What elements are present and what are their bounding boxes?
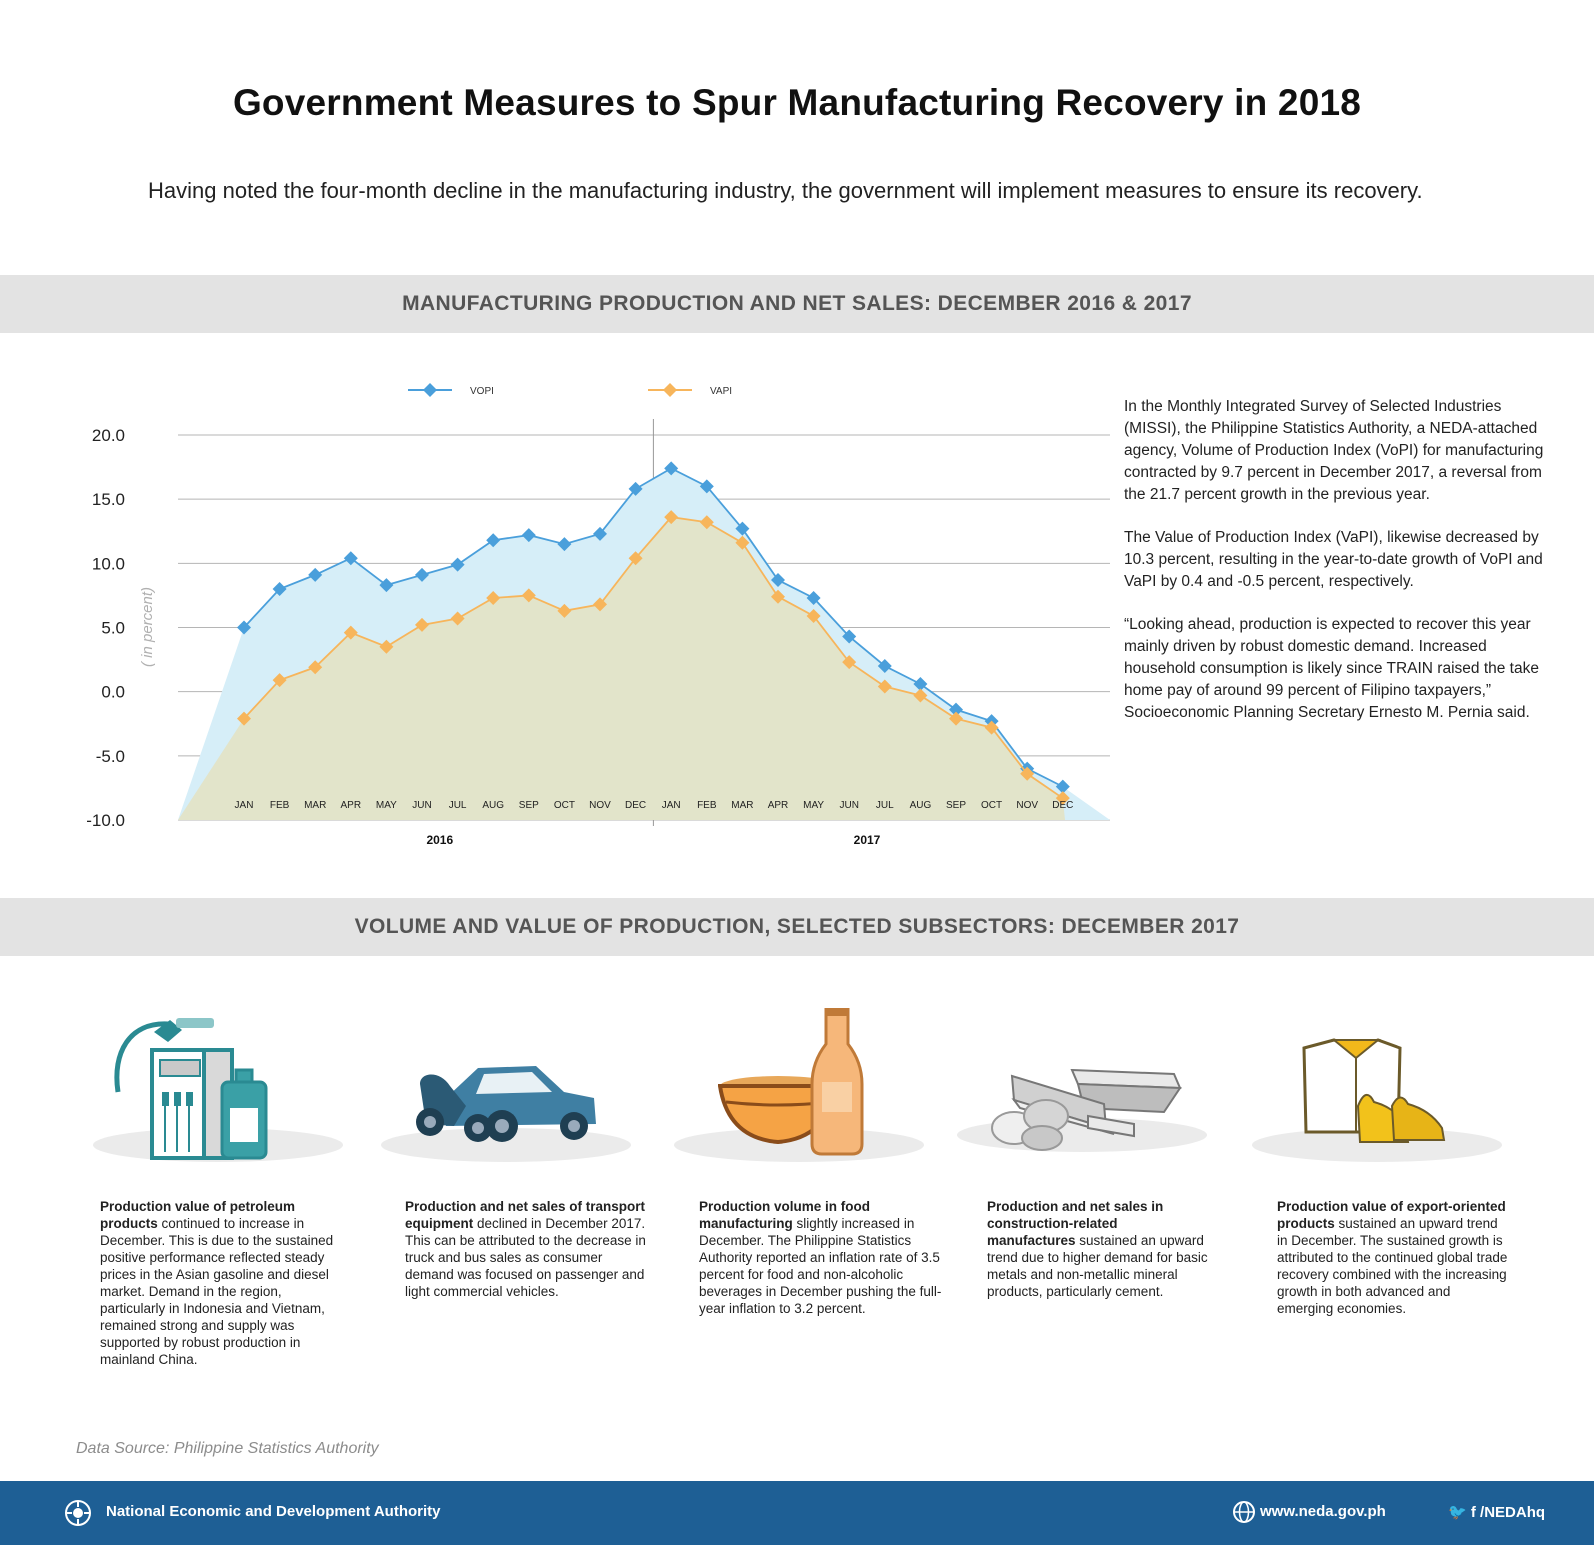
x-tick-label: JUN <box>839 800 858 811</box>
subsector-description: Production and net sales in construction… <box>987 1198 1209 1300</box>
chart-description: In the Monthly Integrated Survey of Sele… <box>1124 396 1556 745</box>
y-tick-label: 5.0 <box>101 619 125 638</box>
year-label: 2017 <box>854 833 881 847</box>
data-source: Data Source: Philippine Statistics Autho… <box>76 1440 379 1457</box>
car-motorcycle-icon <box>416 1066 596 1142</box>
x-tick-label: AUG <box>910 800 932 811</box>
x-tick-label: JUL <box>876 800 894 811</box>
subsector-description: Production volume in food manufacturing … <box>699 1198 943 1317</box>
social-handle-text: /NEDAhq <box>1480 1504 1546 1521</box>
page-title: Government Measures to Spur Manufacturin… <box>232 82 1362 123</box>
x-tick-label: DEC <box>625 800 646 811</box>
subsector-body: slightly increased in December. The Phil… <box>699 1216 942 1316</box>
x-tick-label: JAN <box>235 800 254 811</box>
globe-icon <box>1233 1501 1255 1523</box>
x-tick-label: JAN <box>662 800 681 811</box>
y-tick-label: 15.0 <box>92 490 125 509</box>
x-tick-label: MAY <box>376 800 397 811</box>
subsector-description: Production value of petroleum products c… <box>100 1198 344 1368</box>
footer-bar: National Economic and Development Author… <box>0 1481 1594 1545</box>
intro-text: Having noted the four-month decline in t… <box>148 178 1423 203</box>
fuel-pump-icon <box>114 1018 268 1160</box>
neda-emblem-icon <box>65 1500 91 1526</box>
subsector-description: Production value of export-oriented prod… <box>1277 1198 1509 1317</box>
section-header-subsectors: VOLUME AND VALUE OF PRODUCTION, SELECTED… <box>0 898 1594 956</box>
facebook-icon[interactable]: f <box>1471 1504 1476 1521</box>
footer-org-name: National Economic and Development Author… <box>106 1503 441 1520</box>
twitter-icon[interactable]: 🐦 <box>1448 1504 1467 1521</box>
y-tick-label: 20.0 <box>92 426 125 445</box>
x-tick-label: APR <box>768 800 789 811</box>
description-paragraph: In the Monthly Integrated Survey of Sele… <box>1124 398 1544 503</box>
x-tick-label: APR <box>341 800 362 811</box>
social-handle[interactable]: 🐦 f /NEDAhq <box>1448 1503 1545 1521</box>
legend-label: VAPI <box>710 386 732 397</box>
x-tick-label: NOV <box>589 800 611 811</box>
section-header-chart: MANUFACTURING PRODUCTION AND NET SALES: … <box>0 275 1594 333</box>
x-tick-label: FEB <box>697 800 717 811</box>
year-label: 2016 <box>426 833 453 847</box>
food-bowl-bottle-icon <box>718 1008 864 1156</box>
description-paragraph: “Looking ahead, production is expected t… <box>1124 616 1539 721</box>
subsector-description: Production and net sales of transport eq… <box>405 1198 649 1300</box>
x-tick-label: MAR <box>304 800 326 811</box>
x-tick-label: SEP <box>519 800 539 811</box>
steel-beams-rocks-icon <box>991 1068 1182 1151</box>
x-tick-label: SEP <box>946 800 966 811</box>
legend-marker <box>663 383 677 397</box>
x-tick-label: MAY <box>803 800 824 811</box>
x-tick-label: JUL <box>449 800 467 811</box>
x-tick-label: OCT <box>981 800 1002 811</box>
description-paragraph: The Value of Production Index (VaPI), li… <box>1124 529 1543 590</box>
y-tick-label: 0.0 <box>101 683 125 702</box>
x-tick-label: FEB <box>270 800 290 811</box>
y-tick-label: 10.0 <box>92 554 125 573</box>
y-tick-label: -10.0 <box>86 811 125 830</box>
x-tick-label: MAR <box>731 800 753 811</box>
subsector-body: sustained an upward trend in December. T… <box>1277 1216 1508 1316</box>
x-tick-label: AUG <box>482 800 504 811</box>
shirt-shoes-icon <box>1302 1038 1446 1143</box>
legend-label: VOPI <box>470 386 494 397</box>
x-tick-label: JUN <box>412 800 431 811</box>
y-axis-label: ( in percent) <box>139 587 156 667</box>
y-tick-label: -5.0 <box>96 747 125 766</box>
website-link[interactable]: www.neda.gov.ph <box>1260 1503 1386 1520</box>
line-area-chart: 20.0 15.0 10.0 5.0 0.0 -5.0 -10.0 ( in percent)… <box>86 383 1110 847</box>
x-tick-label: OCT <box>554 800 575 811</box>
x-tick-label: DEC <box>1052 800 1073 811</box>
subsector-body: continued to increase in December. This … <box>100 1216 334 1367</box>
x-tick-label: NOV <box>1016 800 1038 811</box>
legend-marker <box>423 383 437 397</box>
